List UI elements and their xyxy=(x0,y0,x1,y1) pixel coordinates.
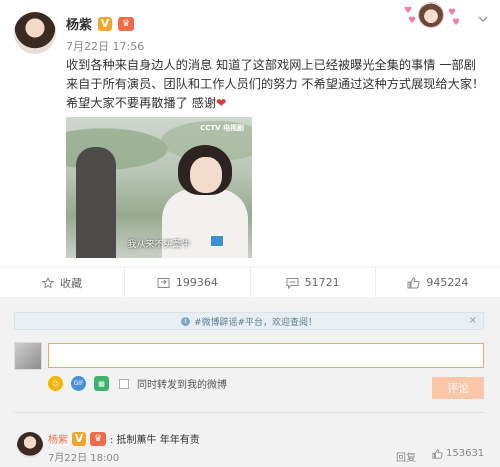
heart-icon: ♥ xyxy=(408,16,417,26)
like-button[interactable]: 945224 xyxy=(376,268,500,297)
comment-timestamp: 7月22日 18:00 xyxy=(48,453,120,464)
heart-emoji: ❤ xyxy=(216,96,227,110)
close-icon[interactable]: × xyxy=(469,315,477,326)
like-icon xyxy=(432,448,443,459)
heart-icon: ♥ xyxy=(448,8,457,18)
action-bar: 收藏 199364 51721 945224 xyxy=(0,267,500,297)
heart-icon: ♥ xyxy=(404,6,413,16)
image-icon[interactable]: ▦ xyxy=(94,376,109,391)
comment-count: 51721 xyxy=(304,276,340,289)
post-text-main: 收到各种来自身边人的消息 知道了这部戏网上已经被曝光全集的事情 一部剧来自于所有… xyxy=(66,58,485,110)
author-avatar[interactable] xyxy=(14,12,56,54)
member-crown-icon[interactable]: ♛ xyxy=(90,431,106,446)
notice-text: #微博辟谣#平台，欢迎查阅！ xyxy=(193,317,318,328)
repost-checkbox[interactable] xyxy=(119,378,129,389)
repost-icon xyxy=(157,277,170,288)
submit-comment-button[interactable]: 评论 xyxy=(432,377,484,399)
like-icon xyxy=(407,276,420,288)
person-figure xyxy=(190,157,222,193)
verified-badge[interactable]: V xyxy=(98,16,113,31)
sticker: ♥ ♥ ♥ ♥ xyxy=(400,2,460,32)
comment-text: : 抵制薰牛 年年有责 xyxy=(110,435,200,446)
star-icon xyxy=(42,276,55,289)
comment-tools: ☺ GIF ▦ 同时转发到我的微博 xyxy=(48,376,227,391)
post-timestamp[interactable]: 7月22日 17:56 xyxy=(66,38,144,54)
repost-button[interactable]: 199364 xyxy=(125,268,251,297)
video-watermark: CCTV 电视剧 xyxy=(200,124,244,132)
rumor-notice-banner[interactable]: i #微博辟谣#平台，欢迎查阅！ × xyxy=(14,312,484,330)
comment-section: i #微博辟谣#平台，欢迎查阅！ × ☺ GIF ▦ 同时转发到我的微博 评论 … xyxy=(0,297,500,467)
favorite-label: 收藏 xyxy=(60,276,83,290)
author-line: 杨紫 V ♛ xyxy=(66,14,135,33)
heart-icon: ♥ xyxy=(452,18,461,28)
more-icon[interactable] xyxy=(478,16,488,22)
verified-badge[interactable]: V xyxy=(72,431,86,446)
commenter-name[interactable]: 杨紫 xyxy=(48,431,68,446)
favorite-button[interactable]: 收藏 xyxy=(0,268,126,297)
reply-button[interactable]: 回复 xyxy=(396,449,416,464)
comment-icon xyxy=(286,277,299,289)
emoji-icon[interactable]: ☺ xyxy=(48,376,63,391)
sticker-face xyxy=(418,2,444,28)
author-name[interactable]: 杨紫 xyxy=(66,14,92,33)
member-crown-icon[interactable]: ♛ xyxy=(118,16,135,31)
post-text: 收到各种来自身边人的消息 知道了这部戏网上已经被曝光全集的事情 一部剧来自于所有… xyxy=(66,56,486,113)
info-icon: i xyxy=(180,316,190,326)
comment-like-count: 153631 xyxy=(446,448,485,459)
repost-count: 199364 xyxy=(175,276,218,289)
comment-button[interactable]: 51721 xyxy=(251,268,376,297)
gif-icon[interactable]: GIF xyxy=(71,376,86,391)
commenter-avatar[interactable] xyxy=(17,432,43,458)
post-video-thumbnail[interactable]: CCTV 电视剧 我从来不买薰牛 xyxy=(66,117,252,258)
comment-like-button[interactable]: 153631 xyxy=(432,448,484,459)
video-subtitle: 我从来不买薰牛 xyxy=(127,240,191,250)
current-user-avatar[interactable] xyxy=(14,342,42,370)
comment-line: 杨紫 V ♛ : 抵制薰牛 年年有责 xyxy=(48,431,200,446)
comment-input[interactable] xyxy=(48,343,484,368)
divider xyxy=(14,412,484,413)
repost-checkbox-label[interactable]: 同时转发到我的微博 xyxy=(137,376,227,391)
like-count: 945224 xyxy=(426,276,469,289)
